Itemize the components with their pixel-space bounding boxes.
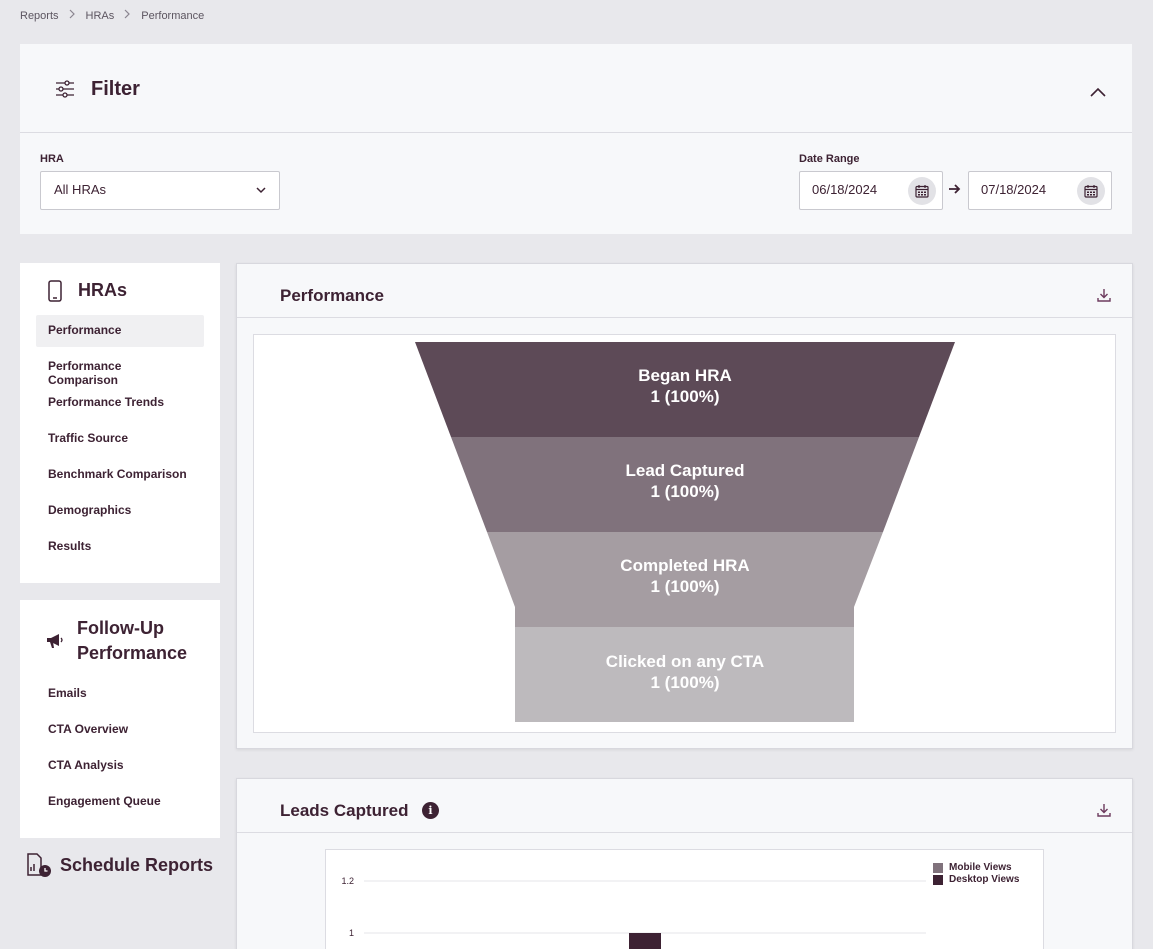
sidebar-item-benchmark-comparison[interactable]: Benchmark Comparison xyxy=(36,459,204,491)
download-icon[interactable] xyxy=(1096,802,1112,818)
calendar-icon[interactable] xyxy=(1077,177,1105,205)
legend-label: Desktop Views xyxy=(949,874,1020,885)
sliders-icon xyxy=(56,80,74,98)
legend-label: Mobile Views xyxy=(949,862,1012,873)
leads-card: Leads Captured i 1.2 1 Mobile Views Deskt… xyxy=(236,778,1133,949)
card-divider xyxy=(237,317,1132,318)
breadcrumb-reports[interactable]: Reports xyxy=(20,10,59,22)
followup-heading: Follow-Up Performance xyxy=(77,616,187,666)
funnel-stage-name: Clicked on any CTA xyxy=(605,652,765,671)
leads-chart: 1.2 1 Mobile Views Desktop Views xyxy=(325,849,1044,949)
filter-title: Filter xyxy=(91,78,140,100)
hras-heading: HRAs xyxy=(78,280,128,300)
funnel-stage-value: 1 (100%) xyxy=(650,673,720,692)
funnel-stage-name: Completed HRA xyxy=(620,556,750,575)
performance-title: Performance xyxy=(280,286,384,305)
card-divider xyxy=(237,832,1132,833)
sidebar-item-demographics[interactable]: Demographics xyxy=(36,495,204,527)
legend-desktop-views[interactable]: Desktop Views xyxy=(933,874,1019,885)
breadcrumb: Reports HRAs Performance xyxy=(20,9,204,22)
funnel-stage-name: Began HRA xyxy=(638,366,732,385)
followup-heading-line-1: Follow-Up xyxy=(77,618,164,638)
start-date-value: 06/18/2024 xyxy=(812,182,878,197)
sidebar-followup: Follow-Up Performance Emails CTA Overvie… xyxy=(20,600,220,838)
chevron-down-icon xyxy=(256,187,266,194)
funnel-label-clicked-cta: Clicked on any CTA 1 (100%) xyxy=(485,651,885,693)
end-date-input[interactable]: 07/18/2024 xyxy=(968,171,1112,210)
date-range-label: Date Range xyxy=(799,153,860,165)
sidebar-item-traffic-source[interactable]: Traffic Source xyxy=(36,423,204,455)
funnel-stage-value: 1 (100%) xyxy=(650,482,720,501)
phone-icon xyxy=(48,280,62,302)
legend-swatch xyxy=(933,862,943,873)
sidebar-item-cta-analysis[interactable]: CTA Analysis xyxy=(36,750,204,782)
breadcrumb-hras[interactable]: HRAs xyxy=(86,10,115,22)
sidebar-item-results[interactable]: Results xyxy=(36,531,204,563)
arrow-right-icon xyxy=(949,184,961,194)
y-tick-label: 1 xyxy=(349,928,354,938)
schedule-reports-link[interactable]: Schedule Reports xyxy=(26,852,213,878)
funnel-chart: Began HRA 1 (100%) Lead Captured 1 (100%… xyxy=(253,334,1116,733)
filter-header[interactable]: Filter xyxy=(20,44,1132,133)
leads-title: Leads Captured xyxy=(280,801,409,820)
sidebar-item-emails[interactable]: Emails xyxy=(36,678,204,710)
y-tick-label: 1.2 xyxy=(341,876,354,886)
info-icon[interactable]: i xyxy=(422,802,439,819)
hra-label: HRA xyxy=(40,153,64,165)
chevron-right-icon xyxy=(69,9,76,22)
funnel-stage-value: 1 (100%) xyxy=(650,387,720,406)
sidebar-item-performance-trends[interactable]: Performance Trends xyxy=(36,387,204,419)
legend-mobile-views[interactable]: Mobile Views xyxy=(933,862,1012,873)
sidebar-hras: HRAs Performance Performance Comparison … xyxy=(20,263,220,583)
sidebar-item-performance-comparison[interactable]: Performance Comparison xyxy=(36,351,204,387)
calendar-icon[interactable] xyxy=(908,177,936,205)
chevron-right-icon xyxy=(124,9,131,22)
download-icon[interactable] xyxy=(1096,287,1112,303)
bar-desktop-views[interactable] xyxy=(629,933,661,949)
megaphone-icon xyxy=(47,634,63,648)
schedule-report-icon xyxy=(27,853,51,877)
performance-card: Performance Began HRA 1 (100%) Lead Capt… xyxy=(236,263,1133,749)
hra-select-value: All HRAs xyxy=(54,182,107,197)
hra-select[interactable]: All HRAs xyxy=(40,171,280,210)
funnel-label-began-hra: Began HRA 1 (100%) xyxy=(485,365,885,407)
schedule-reports-label: Schedule Reports xyxy=(60,854,214,875)
sidebar-item-engagement-queue[interactable]: Engagement Queue xyxy=(36,786,204,818)
start-date-input[interactable]: 06/18/2024 xyxy=(799,171,943,210)
sidebar-item-performance[interactable]: Performance xyxy=(36,315,204,347)
funnel-label-completed-hra: Completed HRA 1 (100%) xyxy=(485,555,885,597)
breadcrumb-performance: Performance xyxy=(141,9,205,22)
funnel-stage-value: 1 (100%) xyxy=(650,577,720,596)
legend-swatch xyxy=(933,874,943,885)
end-date-value: 07/18/2024 xyxy=(981,182,1047,197)
chevron-up-icon[interactable] xyxy=(1088,84,1108,100)
followup-heading-line-2: Performance xyxy=(77,643,188,663)
funnel-stage-name: Lead Captured xyxy=(625,461,745,480)
filter-panel: Filter HRA All HRAs Date Range 06/18/202… xyxy=(20,44,1132,234)
funnel-label-lead-captured: Lead Captured 1 (100%) xyxy=(485,460,885,502)
sidebar-item-cta-overview[interactable]: CTA Overview xyxy=(36,714,204,746)
